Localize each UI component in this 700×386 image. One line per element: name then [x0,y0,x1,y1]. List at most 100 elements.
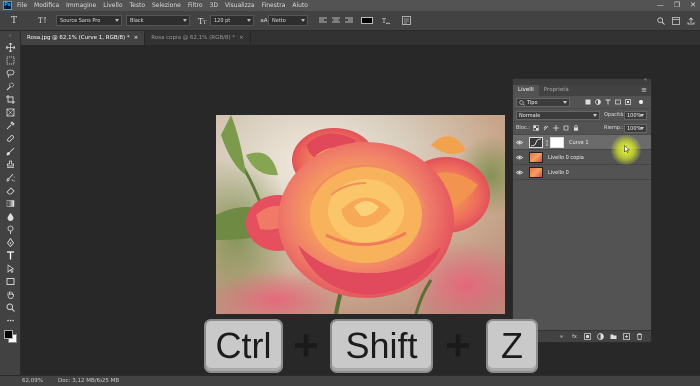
rose-photo-canvas[interactable] [216,115,505,314]
fill-input[interactable]: 100% [624,124,647,133]
shape-tool-icon[interactable] [0,275,21,288]
filter-smart-object-icon[interactable] [624,98,632,106]
gradient-tool-icon[interactable] [0,197,21,210]
eyedropper-tool-icon[interactable] [0,119,21,132]
menu-finestra[interactable]: Finestra [262,2,286,9]
text-color-swatch[interactable] [360,15,374,26]
window-controls: — ❐ ✕ [657,0,696,11]
search-icon[interactable] [656,15,666,26]
adjustment-layer-icon[interactable] [597,333,604,340]
font-size-select[interactable]: 120 pt [210,15,254,26]
tab-rosa-copia-label: Rosa copia @ 62,1% (RGB/8) * [151,35,236,41]
zoom-level[interactable]: 62,09% [22,378,43,384]
minimize-button[interactable]: — [657,0,664,11]
move-tool-icon[interactable] [0,41,21,54]
align-right-icon[interactable] [344,15,354,26]
anti-alias-select[interactable]: Netto [268,15,308,26]
menu-aiuto[interactable]: Aiuto [292,2,308,9]
color-swatches[interactable] [0,327,20,347]
restore-button[interactable]: ❐ [674,0,680,11]
menu-livello[interactable]: Livello [103,2,122,9]
menu-file[interactable]: File [17,2,27,9]
filter-shape-icon[interactable] [614,98,622,106]
tab-rosa-label: Rosa.jpg @ 62,1% (Curve 1, RGB/8) * [27,35,130,41]
filter-adjustment-icon[interactable] [594,98,602,106]
layer-filter-select[interactable]: Tipo [516,98,570,107]
character-panel-icon[interactable] [401,15,411,26]
align-center-icon[interactable] [331,15,341,26]
lock-all-glyph-icon [574,125,578,131]
close-window-button[interactable]: ✕ [690,0,696,11]
fx-icon[interactable]: fx [571,334,578,340]
add-mask-icon[interactable] [584,333,591,340]
tab-rosa-copia-close-button[interactable]: × [239,35,244,41]
menu-testo[interactable]: Testo [130,2,146,9]
tab-rosa-copia[interactable]: Rosa copia @ 62,1% (RGB/8) * × [145,31,251,45]
visibility-eye-icon[interactable] [516,169,523,176]
dodge-tool-icon[interactable] [0,223,21,236]
font-family-select[interactable]: Source Sans Pro [56,15,122,26]
eraser-tool-icon[interactable] [0,184,21,197]
menu-3d[interactable]: 3D [210,2,218,9]
more-tools-icon[interactable] [0,314,21,327]
warp-text-icon[interactable]: T [381,15,391,26]
align-left-icon[interactable] [318,15,328,26]
link-layers-icon[interactable]: ∞ [558,334,565,340]
new-layer-icon[interactable] [623,333,630,340]
brush-tool-icon[interactable] [0,145,21,158]
lasso-tool-icon[interactable] [0,67,21,80]
status-menu-arrow-icon[interactable]: › [100,377,102,384]
healing-brush-glyph-icon [7,135,14,142]
path-selection-tool-icon[interactable] [0,262,21,275]
lock-artboard-icon[interactable] [562,124,570,132]
hand-tool-icon[interactable] [0,288,21,301]
crop-tool-icon[interactable] [0,93,21,106]
lock-position-icon[interactable] [552,124,560,132]
pen-tool-icon[interactable] [0,236,21,249]
visibility-eye-icon[interactable] [516,154,523,161]
folder-icon[interactable] [610,333,617,340]
tab-rosa[interactable]: Rosa.jpg @ 62,1% (Curve 1, RGB/8) * × [21,31,146,45]
menu-filtro[interactable]: Filtro [188,2,203,9]
text-orientation-icon[interactable]: T [36,15,48,26]
share-icon[interactable] [686,15,696,26]
panel-menu-icon[interactable]: ≡ [641,85,647,96]
menu-selezione[interactable]: Selezione [152,2,181,9]
toolbar-collapse-icon[interactable]: » [0,31,20,41]
foreground-color-swatch[interactable] [4,330,13,339]
menu-visualizza[interactable]: Visualizza [225,2,255,9]
layer-livello-0[interactable]: Livello 0 [513,165,651,180]
layer-mask-thumbnail[interactable] [550,137,564,148]
type-tool-side-icon[interactable] [0,249,21,262]
visibility-eye-icon[interactable] [516,139,523,146]
lock-pixels-icon[interactable] [542,124,550,132]
tab-livelli[interactable]: Livelli [513,85,539,96]
healing-brush-tool-icon[interactable] [0,132,21,145]
lock-all-icon[interactable] [572,124,580,132]
tab-rosa-close-button[interactable]: × [134,35,139,41]
history-brush-tool-icon[interactable] [0,171,21,184]
blur-tool-icon[interactable] [0,210,21,223]
filter-toggle-icon[interactable] [637,98,645,106]
workspace-icon[interactable] [671,15,681,26]
blur-glyph-icon [7,213,14,221]
quick-selection-tool-icon[interactable] [0,80,21,93]
menu-bar: Ps File Modifica Immagine Livello Testo … [0,0,700,11]
panel-collapse-icon[interactable]: « [644,77,647,83]
tab-proprieta[interactable]: Proprietà [539,85,574,96]
zoom-tool-icon[interactable] [0,301,21,314]
filter-pixel-icon[interactable] [584,98,592,106]
frame-tool-icon[interactable] [0,106,21,119]
menu-immagine[interactable]: Immagine [66,2,96,9]
filter-type-icon[interactable] [604,98,612,106]
blend-mode-select[interactable]: Normale [516,111,600,120]
marquee-tool-icon[interactable] [0,54,21,67]
lock-transparent-icon[interactable] [532,124,540,132]
font-style-select[interactable]: Black [126,15,190,26]
trash-icon[interactable] [636,333,643,340]
type-tool-icon[interactable]: T [8,15,20,26]
clone-stamp-tool-icon[interactable] [0,158,21,171]
share-glyph-icon [687,17,695,24]
opacity-input[interactable]: 100% [624,111,647,120]
menu-modifica[interactable]: Modifica [34,2,59,9]
